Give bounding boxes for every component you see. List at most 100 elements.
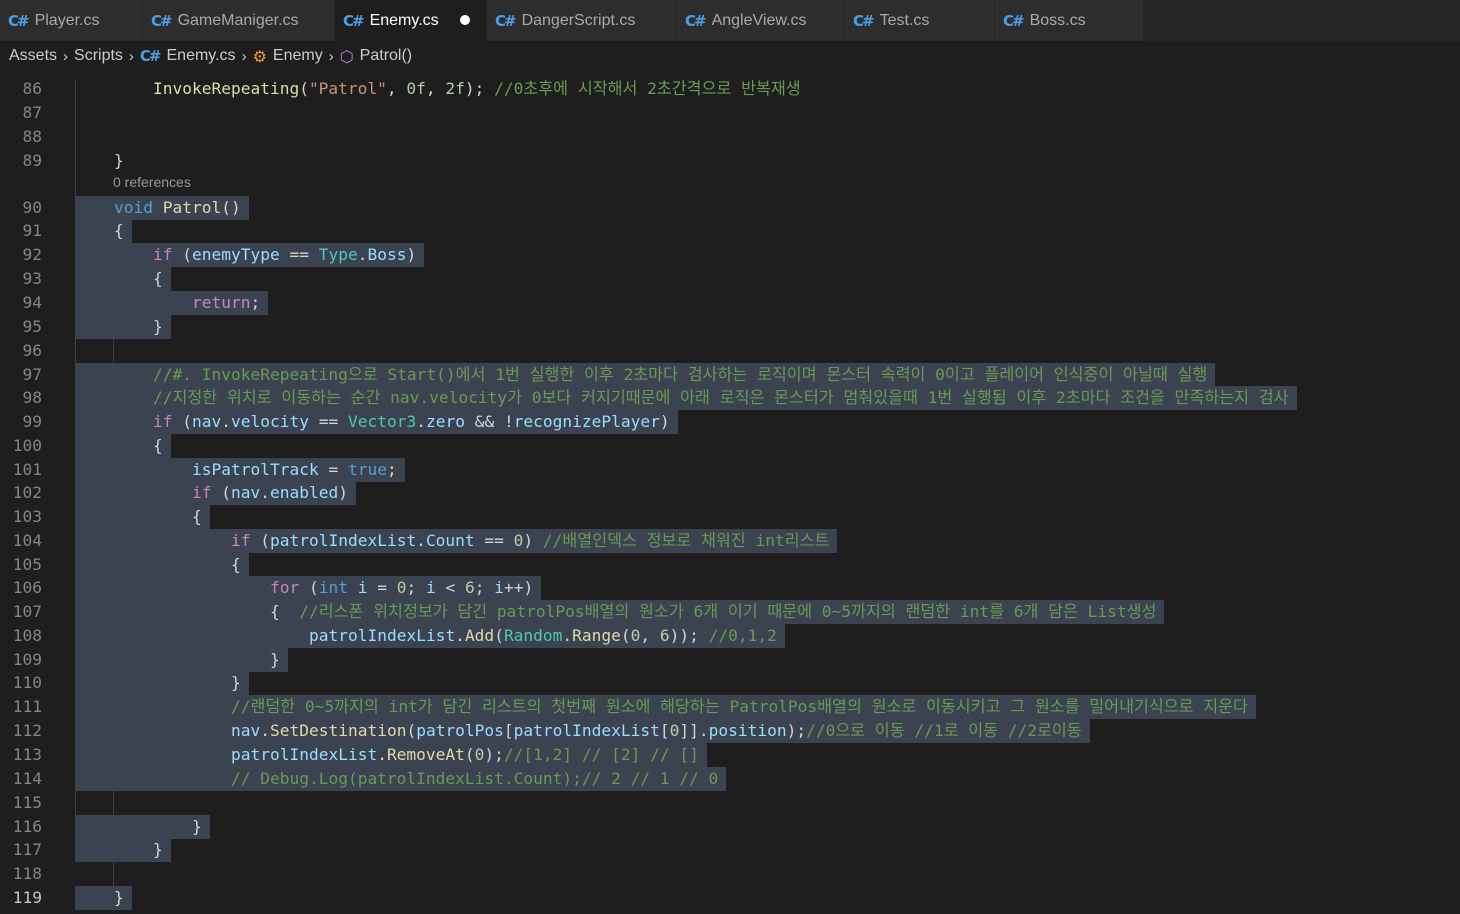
code-line[interactable]: 116 } <box>0 815 1460 839</box>
code-line[interactable]: 108 patrolIndexList.Add(Random.Range(0, … <box>0 624 1460 648</box>
line-number: 86 <box>22 79 43 98</box>
code-line[interactable]: 107 { //리스폰 위치정보가 담긴 patrolPos배열의 원소가 6개… <box>0 600 1460 624</box>
code-line[interactable]: 109 } <box>0 648 1460 672</box>
tab-label: DangerScript.cs <box>521 11 636 29</box>
code-line[interactable]: 119 } <box>0 886 1460 910</box>
line-number: 117 <box>12 840 42 859</box>
tab-player[interactable]: C# Player.cs <box>0 0 143 41</box>
breadcrumb-class-label: Enemy <box>272 47 323 64</box>
code-text: { <box>75 553 249 577</box>
code-line[interactable]: 115 <box>0 791 1460 815</box>
code-text: for (int i = 0; i < 6; i++) <box>75 576 542 600</box>
editor-tab-bar: C# Player.cs C# GameManiger.cs C# Enemy.… <box>0 0 1460 41</box>
code-text: //#. InvokeRepeating으로 Start()에서 1번 실행한 … <box>75 363 1216 387</box>
code-text: } <box>75 815 210 839</box>
tab-test[interactable]: C# Test.cs <box>845 0 995 41</box>
breadcrumb-method[interactable]: ⬡ Patrol() <box>340 47 412 66</box>
tab-gamemaniger[interactable]: C# GameManiger.cs <box>143 0 335 41</box>
line-number: 109 <box>12 650 42 669</box>
chevron-right-icon: › <box>328 47 334 65</box>
chevron-right-icon: › <box>128 47 134 65</box>
line-number: 116 <box>12 817 42 836</box>
code-text: if (nav.velocity == Vector3.zero && !rec… <box>75 410 678 434</box>
line-number: 96 <box>22 341 43 360</box>
line-number: 99 <box>22 412 43 431</box>
code-text: } <box>75 315 171 339</box>
line-number: 108 <box>12 626 42 645</box>
code-line[interactable]: 95 } <box>0 315 1460 339</box>
code-line[interactable]: 86 InvokeRepeating("Patrol", 0f, 2f); //… <box>0 77 1460 101</box>
line-number: 88 <box>22 127 43 146</box>
tab-label: Enemy.cs <box>369 11 439 29</box>
unsaved-changes-dot-icon[interactable] <box>460 15 470 25</box>
breadcrumb-method-label: Patrol() <box>359 47 413 64</box>
line-number: 102 <box>12 483 42 502</box>
line-number: 118 <box>12 864 42 883</box>
code-line[interactable]: 92 if (enemyType == Type.Boss) <box>0 243 1460 267</box>
code-line[interactable]: 105 { <box>0 553 1460 577</box>
code-line[interactable]: 97 //#. InvokeRepeating으로 Start()에서 1번 실… <box>0 363 1460 387</box>
tab-enemy[interactable]: C# Enemy.cs <box>335 0 487 41</box>
code-line[interactable]: 100 { <box>0 434 1460 458</box>
codelens-references[interactable]: 0 references <box>113 174 191 190</box>
line-number: 119 <box>12 888 42 907</box>
code-text: patrolIndexList.Add(Random.Range(0, 6));… <box>75 624 785 648</box>
code-line[interactable]: 101 isPatrolTrack = true; <box>0 458 1460 482</box>
code-line[interactable]: 112 nav.SetDestination(patrolPos[patrolI… <box>0 719 1460 743</box>
csharp-file-icon: C# <box>1003 11 1025 30</box>
code-line[interactable]: 114 // Debug.Log(patrolIndexList.Count);… <box>0 767 1460 791</box>
code-line[interactable]: 110 } <box>0 671 1460 695</box>
chevron-right-icon: › <box>241 47 247 65</box>
code-text: patrolIndexList.RemoveAt(0);//[1,2] // [… <box>75 743 707 767</box>
tab-boss[interactable]: C# Boss.cs <box>995 0 1144 41</box>
code-editor[interactable]: 0 references 86 InvokeRepeating("Patrol"… <box>0 71 1460 914</box>
tab-label: Test.cs <box>879 11 930 29</box>
tab-label: GameManiger.cs <box>177 11 299 29</box>
line-number: 113 <box>12 745 42 764</box>
line-number: 107 <box>12 602 42 621</box>
indent-guide <box>190 500 191 680</box>
line-number: 94 <box>22 293 43 312</box>
code-line[interactable]: 102 if (nav.enabled) <box>0 481 1460 505</box>
code-line[interactable]: 93 { <box>0 267 1460 291</box>
code-line[interactable]: 91 { <box>0 219 1460 243</box>
line-number: 114 <box>12 769 42 788</box>
code-text: { <box>75 267 171 291</box>
breadcrumb-assets[interactable]: Assets <box>9 47 57 65</box>
indent-guide <box>151 420 152 690</box>
code-line[interactable]: 106 for (int i = 0; i < 6; i++) <box>0 576 1460 600</box>
code-line[interactable]: 90 void Patrol() <box>0 196 1460 220</box>
code-line[interactable]: 94 return; <box>0 291 1460 315</box>
code-text: { <box>75 434 171 458</box>
breadcrumb-class[interactable]: ⚙ Enemy <box>253 47 323 66</box>
line-number: 98 <box>22 388 43 407</box>
line-number: 87 <box>22 103 43 122</box>
code-line[interactable]: 118 <box>0 862 1460 886</box>
code-line[interactable]: 117 } <box>0 838 1460 862</box>
code-line[interactable]: 88 <box>0 125 1460 149</box>
code-line[interactable]: 89 } <box>0 149 1460 173</box>
line-number: 89 <box>22 151 43 170</box>
code-line[interactable]: 113 patrolIndexList.RemoveAt(0);//[1,2] … <box>0 743 1460 767</box>
code-text: } <box>75 671 249 695</box>
line-number: 105 <box>12 555 42 574</box>
class-icon: ⚙ <box>252 46 267 66</box>
method-cube-icon: ⬡ <box>339 46 354 66</box>
code-line[interactable]: 96 <box>0 339 1460 363</box>
code-line[interactable]: 111 //랜덤한 0~5까지의 int가 담긴 리스트의 첫번째 원소에 해당… <box>0 695 1460 719</box>
code-line[interactable]: 87 <box>0 101 1460 125</box>
breadcrumb-file-label: Enemy.cs <box>166 47 236 64</box>
csharp-file-icon: C# <box>151 11 173 30</box>
code-text: if (nav.enabled) <box>75 481 356 505</box>
code-line[interactable]: 98 //지정한 위치로 이동하는 순간 nav.velocity가 0보다 커… <box>0 386 1460 410</box>
breadcrumb-scripts[interactable]: Scripts <box>74 47 123 65</box>
breadcrumb-file[interactable]: C# Enemy.cs <box>140 47 236 65</box>
tab-angleview[interactable]: C# AngleView.cs <box>677 0 845 41</box>
line-number: 93 <box>22 269 43 288</box>
line-number: 97 <box>22 365 43 384</box>
code-line[interactable]: 104 if (patrolIndexList.Count == 0) //배열… <box>0 529 1460 553</box>
code-line[interactable]: 103 { <box>0 505 1460 529</box>
code-line[interactable]: 99 if (nav.velocity == Vector3.zero && !… <box>0 410 1460 434</box>
tab-dangerscript[interactable]: C# DangerScript.cs <box>487 0 677 41</box>
tab-label: Player.cs <box>34 11 100 29</box>
